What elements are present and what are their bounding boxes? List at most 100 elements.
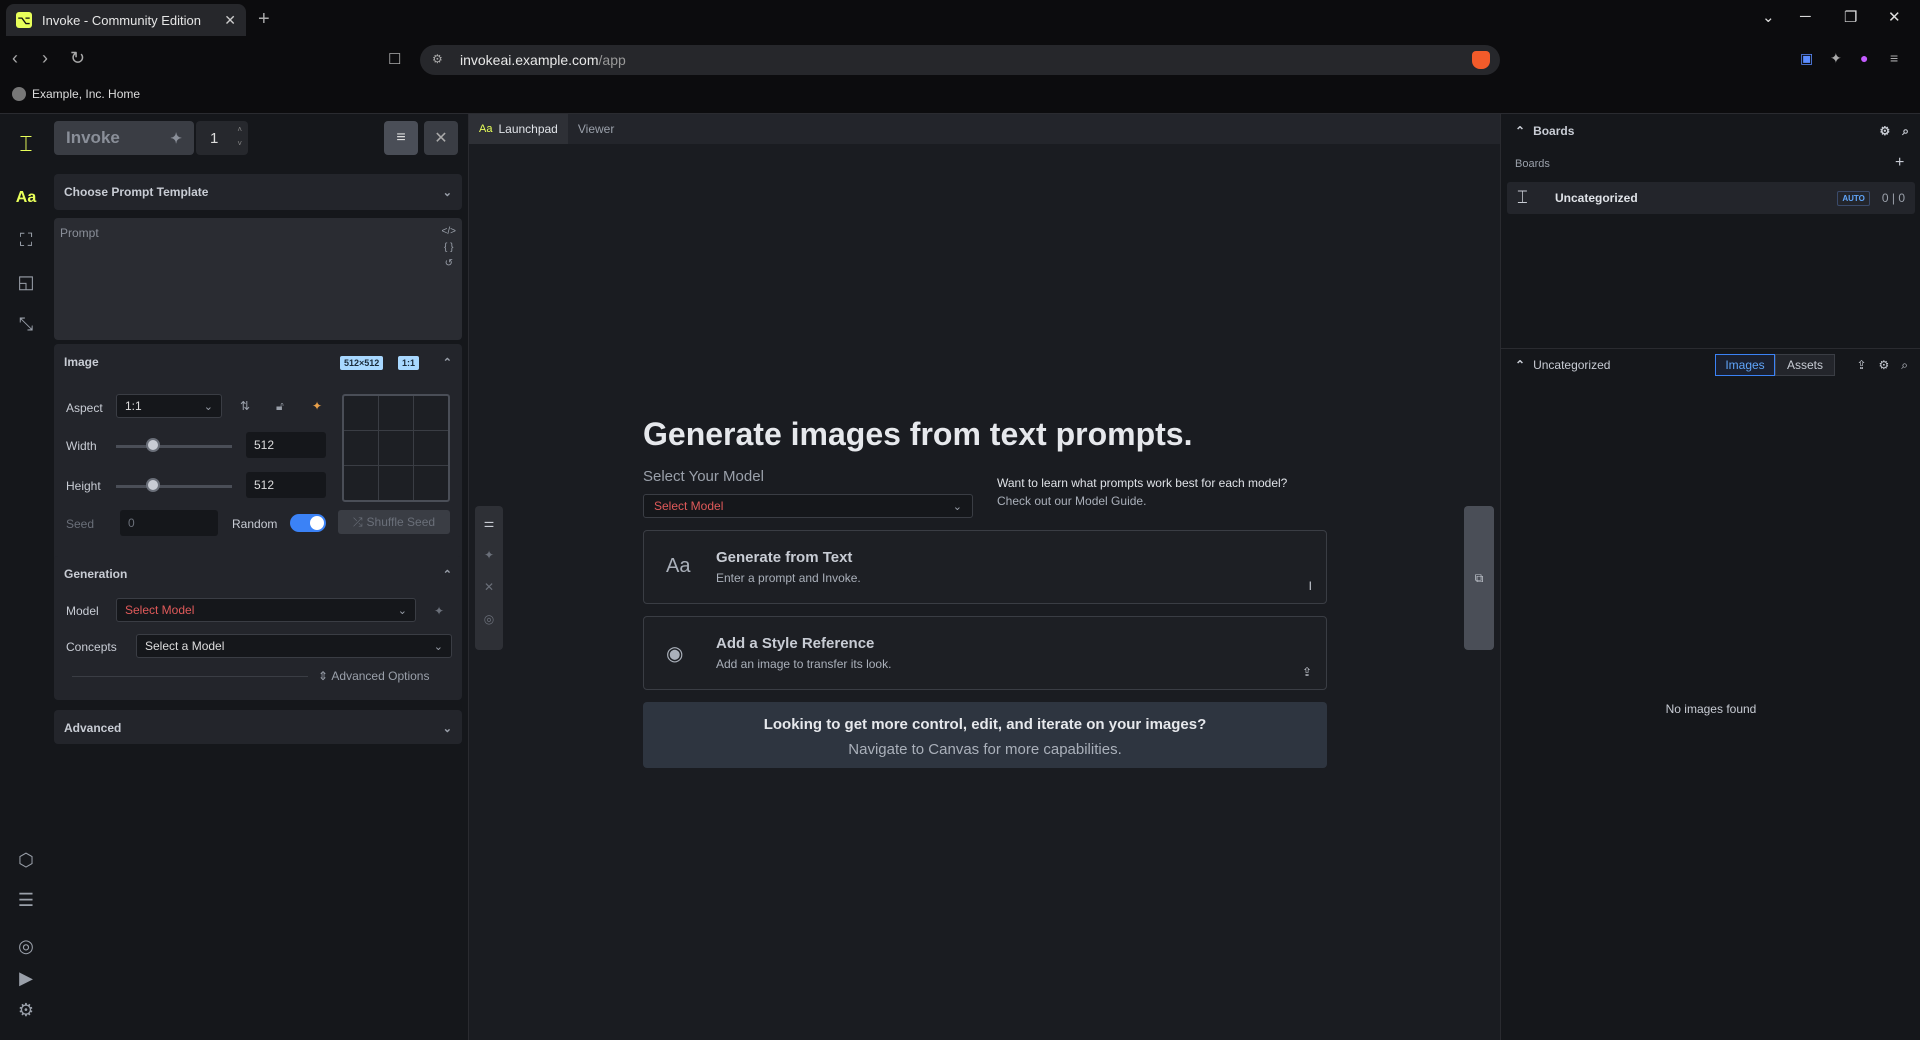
model-guide-link[interactable]: Check out our Model Guide. xyxy=(997,492,1287,510)
left-rail: ⌶ Aa ⛶ ◱ ⤡ ⬡ ☰ ◎ ▶ ⚙ xyxy=(0,114,52,1040)
sparkle-icon[interactable]: ✦ xyxy=(484,548,494,562)
sliders-icon[interactable]: ⚌ xyxy=(484,516,495,530)
models-icon[interactable]: ⬡ xyxy=(14,848,38,872)
back-icon[interactable]: ‹ xyxy=(12,48,18,69)
tab-search-icon[interactable]: ⌄ xyxy=(1762,8,1775,26)
browser-nav-bar: ‹ › ↻ ☐ ⚙ invokeai.example.com/app ▣ ✦ ●… xyxy=(0,40,1920,80)
board-settings-icon[interactable]: ⚙ xyxy=(1880,124,1891,139)
text-icon: Aa xyxy=(666,555,691,577)
chevron-up-icon: ⌃ xyxy=(442,568,452,581)
tab-viewer-label: Viewer xyxy=(577,122,615,136)
minimize-icon[interactable]: ─ xyxy=(1800,8,1811,25)
settings-icon[interactable]: ⚙ xyxy=(14,998,38,1022)
height-slider[interactable] xyxy=(116,485,232,488)
profile-icon[interactable]: ● xyxy=(1860,50,1868,66)
launchpad-model-select[interactable]: Select Model ⌄ xyxy=(643,494,973,518)
card2-title: Add a Style Reference xyxy=(716,635,875,652)
close-window-icon[interactable]: ✕ xyxy=(1888,8,1901,26)
boards-header[interactable]: ⌃ Boards ⚙ ⌕ xyxy=(1501,114,1920,148)
gallery-search-icon[interactable]: ⌕ xyxy=(1901,358,1908,373)
forward-icon[interactable]: › xyxy=(42,48,48,69)
canvas-banner[interactable]: Looking to get more control, edit, and i… xyxy=(643,702,1327,768)
reload-icon[interactable]: ↻ xyxy=(70,48,85,69)
menu-icon[interactable]: ≡ xyxy=(1890,50,1898,66)
tab-launchpad[interactable]: Aa Launchpad xyxy=(469,114,568,144)
code-icon[interactable]: </> xyxy=(442,226,456,237)
video-icon[interactable]: ▶ xyxy=(14,966,38,990)
random-toggle[interactable] xyxy=(290,514,326,532)
empty-gallery-message: No images found xyxy=(1665,702,1757,716)
cancel-button[interactable]: ✕ xyxy=(424,121,458,155)
advanced-options-toggle[interactable]: ⇕ Advanced Options xyxy=(318,669,429,683)
swap-icon[interactable]: ⇅ xyxy=(240,399,250,413)
tab-images[interactable]: Images xyxy=(1715,354,1775,376)
queue-icon[interactable]: ☰ xyxy=(14,888,38,912)
iterations-input[interactable]: 1 ˄ ˅ xyxy=(196,121,248,155)
gallery-toggle-button[interactable]: ⧉ xyxy=(1464,506,1494,650)
concepts-select[interactable]: Select a Model ⌄ xyxy=(136,634,452,658)
close-tab-icon[interactable]: ✕ xyxy=(224,12,236,29)
braces-icon[interactable]: { } xyxy=(444,242,453,253)
launchpad-icon[interactable]: Aa xyxy=(14,186,38,210)
generation-section-header[interactable]: Generation ⌃ xyxy=(54,556,462,592)
prompt-textarea[interactable]: Prompt </> { } ↺ xyxy=(54,218,462,340)
bookmark-icon[interactable]: ☐ xyxy=(388,50,401,68)
target-icon[interactable]: ◎ xyxy=(484,612,494,626)
launchpad-model-value: Select Model xyxy=(654,499,724,513)
aspect-select[interactable]: 1:1 ⌄ xyxy=(116,394,222,418)
invoke-logo-icon[interactable]: ⌶ xyxy=(14,131,38,156)
add-board-icon[interactable]: + xyxy=(1895,154,1904,172)
nodes-icon[interactable]: ⤡ xyxy=(14,312,38,336)
board-item-uncategorized[interactable]: ⌶ Uncategorized AUTO 0 | 0 xyxy=(1507,182,1915,214)
width-slider[interactable] xyxy=(116,445,232,448)
bitwarden-icon[interactable]: ▣ xyxy=(1800,50,1813,67)
upload-icon[interactable]: ⇪ xyxy=(1856,358,1866,373)
model-label: Model xyxy=(66,604,99,618)
lock-icon[interactable]: 🔓︎ xyxy=(276,399,284,414)
workflows-icon[interactable]: ⛶ xyxy=(14,228,38,252)
ideas-icon[interactable]: ◎ xyxy=(14,934,38,958)
model-settings-icon[interactable]: ✦ xyxy=(434,604,444,618)
height-slider-handle[interactable] xyxy=(146,478,160,492)
banner-line1: Looking to get more control, edit, and i… xyxy=(763,716,1207,733)
browser-tab[interactable]: ⌥ Invoke - Community Edition ✕ xyxy=(6,4,246,36)
close-icon[interactable]: ✕ xyxy=(484,580,494,594)
new-tab-icon[interactable]: + xyxy=(258,8,270,31)
address-bar[interactable]: ⚙ invokeai.example.com/app xyxy=(420,45,1500,75)
shuffle-seed-button[interactable]: ⤮ Shuffle Seed xyxy=(338,510,450,534)
restore-icon[interactable]: ❐ xyxy=(1844,8,1857,26)
model-select[interactable]: Select Model ⌄ xyxy=(116,598,416,622)
prompt-placeholder: Prompt xyxy=(60,226,99,240)
prompt-template-select[interactable]: Choose Prompt Template ⌄ xyxy=(54,174,462,210)
tab-assets[interactable]: Assets xyxy=(1775,354,1835,376)
width-input[interactable]: 512 xyxy=(246,432,326,458)
chevron-down-icon: ⌄ xyxy=(442,186,452,199)
history-icon[interactable]: ↺ xyxy=(445,258,453,269)
upload-icon[interactable]: ⇪ xyxy=(1302,665,1312,679)
queue-menu-button[interactable]: ≡ xyxy=(384,121,418,155)
stepper-icon[interactable]: ˄ ˅ xyxy=(237,123,242,151)
advanced-section[interactable]: Advanced ⌄ xyxy=(54,710,462,744)
site-info-icon[interactable]: ⚙ xyxy=(432,52,443,66)
size-badge: 512×512 xyxy=(340,356,384,370)
brave-shields-icon[interactable] xyxy=(1472,51,1490,69)
board-search-icon[interactable]: ⌕ xyxy=(1902,124,1909,139)
prompt-template-label: Choose Prompt Template xyxy=(64,185,209,199)
height-input[interactable]: 512 xyxy=(246,472,326,498)
generate-from-text-card[interactable]: Aa Generate from Text Enter a prompt and… xyxy=(643,530,1327,604)
bookmark-item[interactable]: Example, Inc. Home xyxy=(12,87,140,101)
extensions-icon[interactable]: ✦ xyxy=(1830,50,1842,67)
advanced-options-label: Advanced Options xyxy=(331,669,430,683)
canvas-icon[interactable]: ◱ xyxy=(14,270,38,294)
ratio-badge: 1:1 xyxy=(398,356,420,370)
optimal-size-icon[interactable]: ✦ xyxy=(312,399,322,413)
gallery-settings-icon[interactable]: ⚙ xyxy=(1879,358,1890,373)
invoke-button[interactable]: Invoke ✦ xyxy=(54,121,194,155)
seed-input[interactable]: 0 xyxy=(120,510,218,536)
images-tab-label: Images xyxy=(1725,358,1765,372)
tab-viewer[interactable]: Viewer xyxy=(568,114,624,144)
aspect-label: Aspect xyxy=(66,401,103,415)
url-host: invokeai.example.com xyxy=(460,52,599,68)
width-slider-handle[interactable] xyxy=(146,438,160,452)
style-reference-card[interactable]: ◉ Add a Style Reference Add an image to … xyxy=(643,616,1327,690)
